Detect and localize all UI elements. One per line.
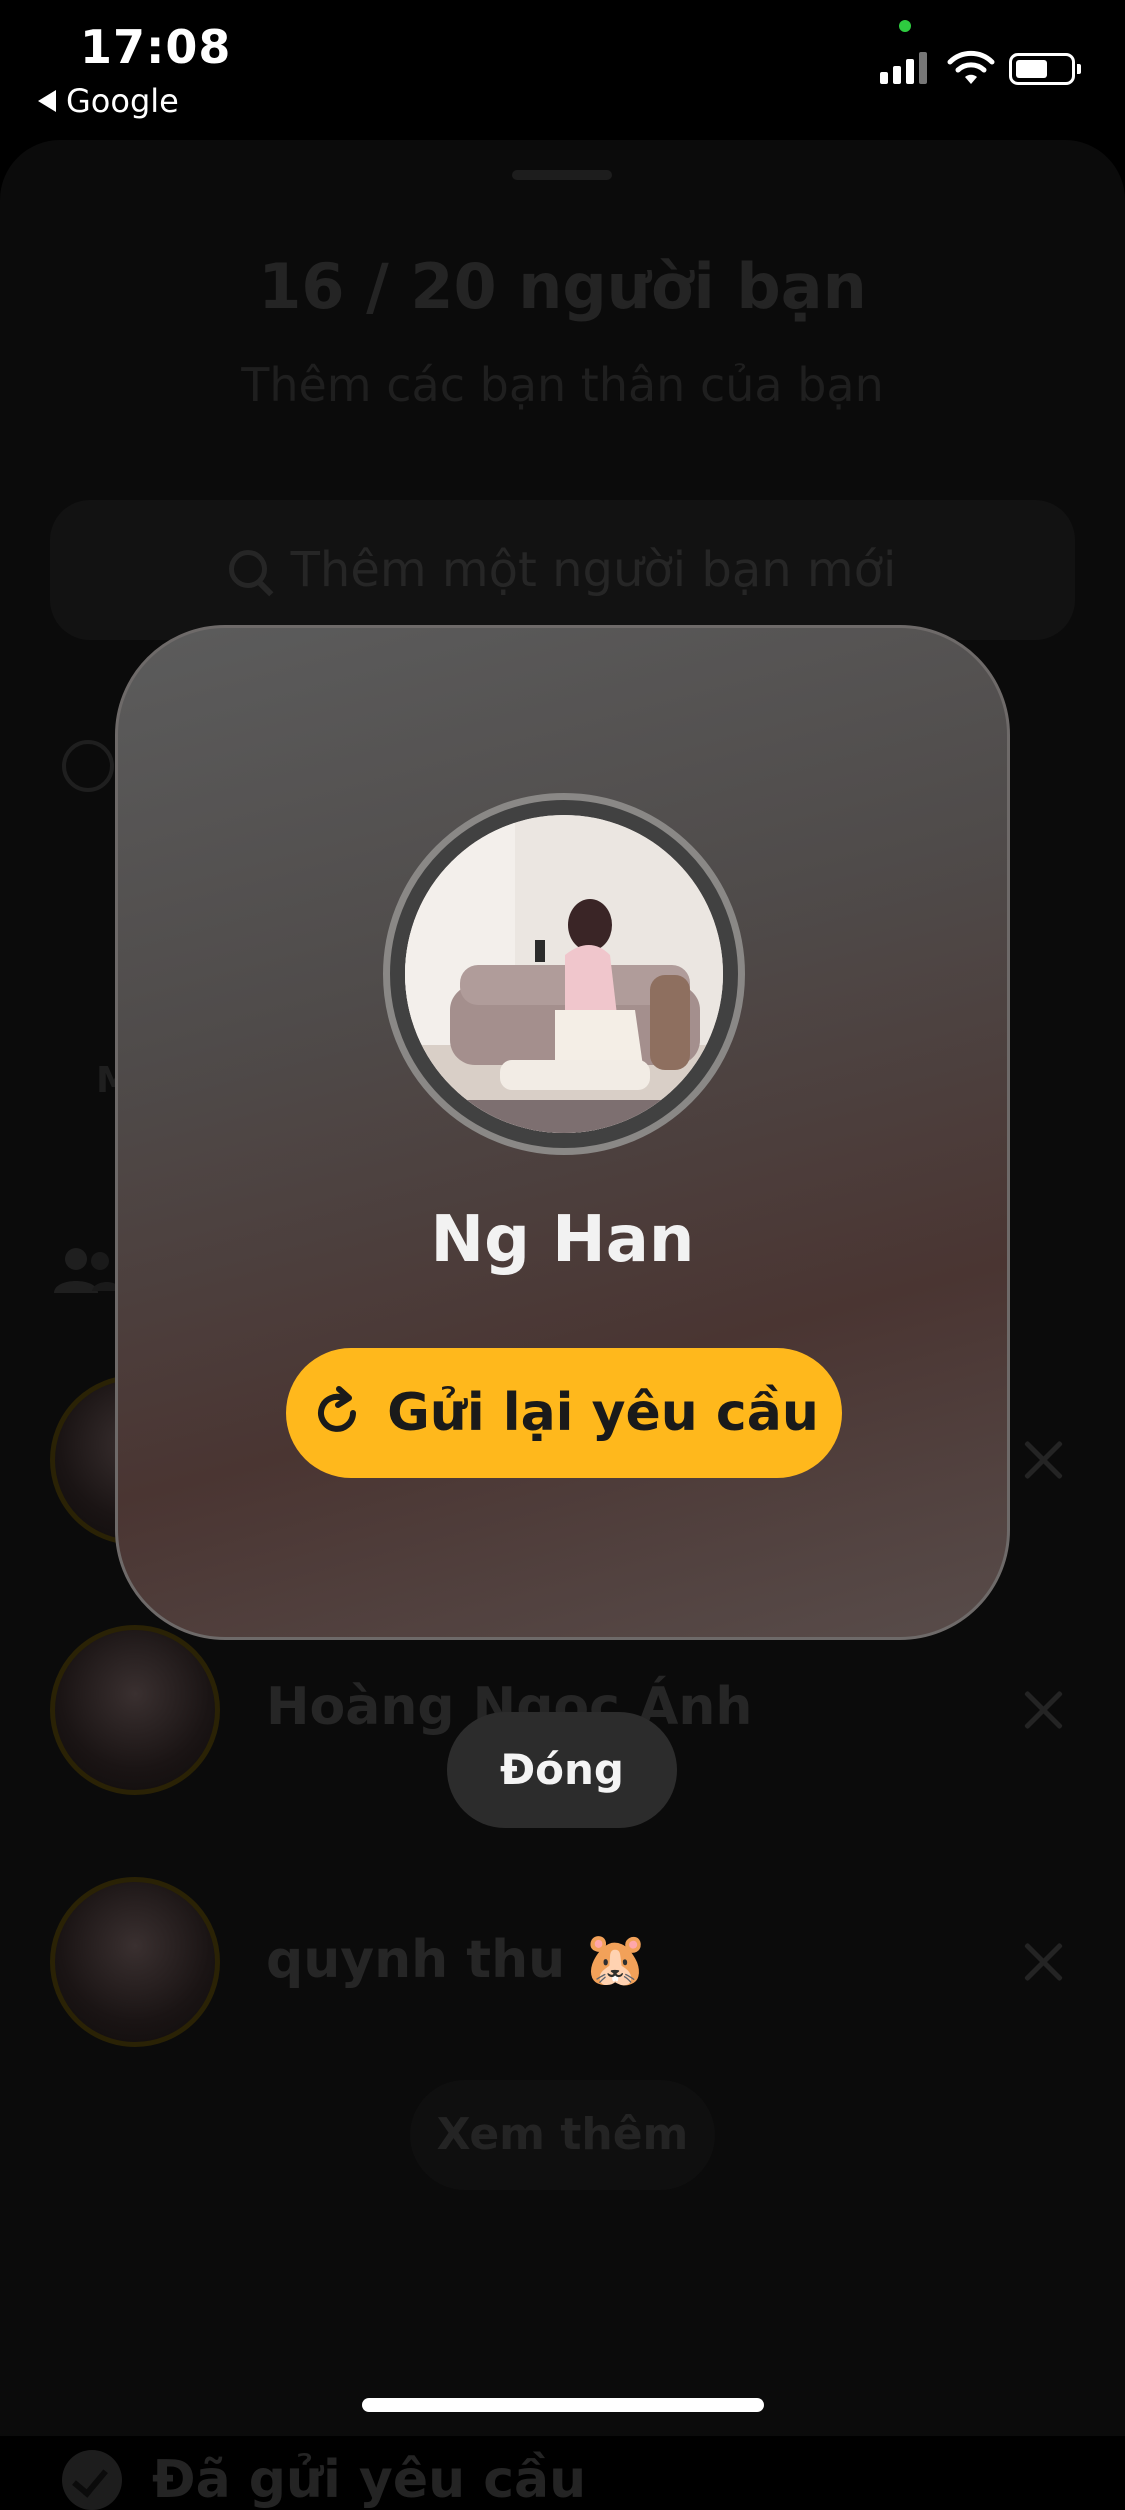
close-icon[interactable] [1020,1687,1066,1733]
check-circle-icon [62,2450,122,2510]
friends-subtitle: Thêm các bạn thân của bạn [241,358,884,412]
friend-name-title: Ng Han [430,1203,695,1277]
sent-requests-header[interactable]: Đã gửi yêu cầu [62,2450,586,2510]
avatar-photo [405,815,723,1133]
add-circle-icon [62,740,114,792]
resend-request-label: Gửi lại yêu cầu [387,1383,819,1443]
battery-icon [1009,53,1081,85]
friends-count-title: 16 / 20 người bạn [258,250,867,323]
search-icon [228,550,269,590]
camera-indicator-icon [899,20,911,32]
wifi-icon [947,50,995,84]
sent-requests-label: Đã gửi yêu cầu [152,2450,587,2510]
resend-request-button[interactable]: Gửi lại yêu cầu [286,1348,842,1478]
back-to-app-link[interactable]: Google [38,82,179,120]
status-bar: 17:08 Google [0,0,1125,130]
cellular-signal-icon [880,52,927,84]
friend-request-modal: Ng Han Gửi lại yêu cầu [115,625,1010,1640]
search-input[interactable]: Thêm một người bạn mới [50,500,1075,640]
sheet-handle[interactable] [512,170,612,180]
close-icon[interactable] [1020,1939,1066,1985]
avatar [405,815,723,1133]
search-placeholder: Thêm một người bạn mới [290,542,897,598]
home-indicator[interactable] [362,2398,764,2412]
friend-avatar [50,1877,220,2047]
back-app-label: Google [66,82,179,120]
refresh-icon [318,1386,357,1432]
close-button[interactable]: Đóng [447,1712,677,1828]
close-icon[interactable] [1020,1437,1066,1483]
people-icon [54,1248,120,1293]
friend-name: quynh thu 🐹 [266,1930,649,1990]
battery-fill [1016,60,1047,78]
avatar-ring [383,793,745,1155]
back-arrow-icon [38,90,56,112]
status-time: 17:08 [80,20,232,74]
friend-row[interactable]: quynh thu 🐹 [0,1877,1125,2057]
see-more-button[interactable]: Xem thêm [410,2080,715,2190]
friend-avatar [50,1625,220,1795]
